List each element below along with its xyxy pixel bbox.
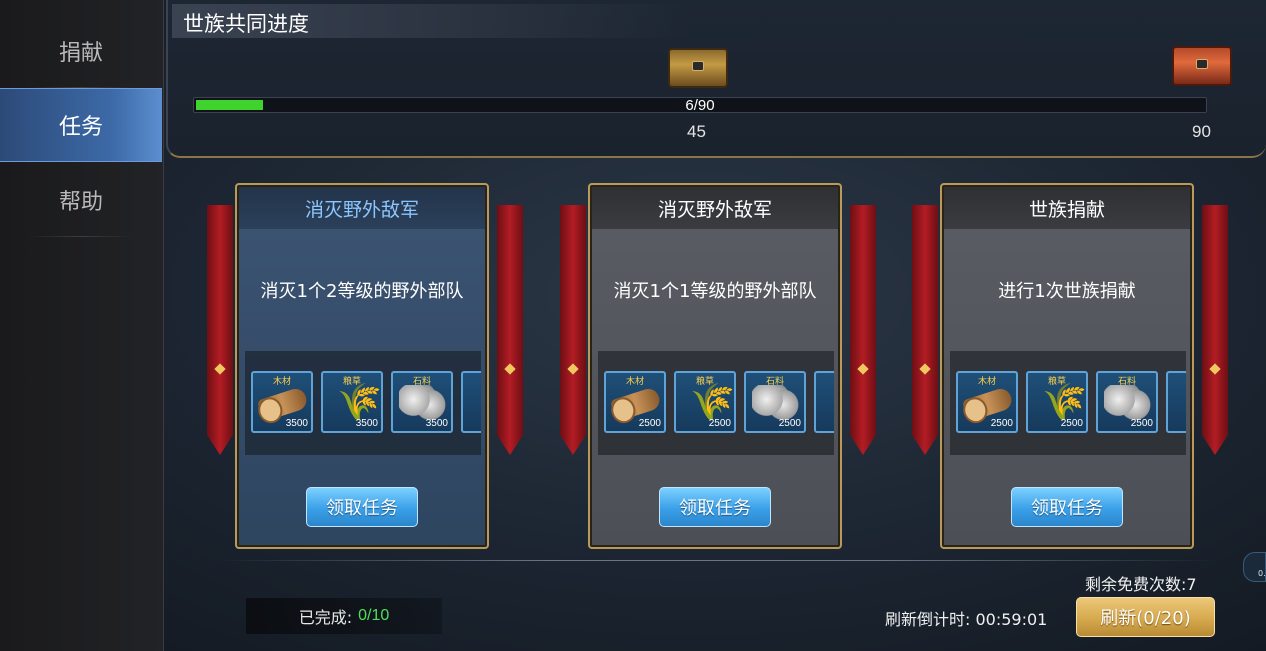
reward-amount: 2500	[990, 418, 1013, 429]
gem-icon	[214, 363, 226, 375]
reward-item[interactable]: 石料 2500	[1096, 371, 1158, 433]
wood-icon	[609, 386, 663, 422]
gem-icon	[504, 363, 516, 375]
task-card: 世族捐献 进行1次世族捐献 木材 2500 粮草 2500 石料 2500 领取…	[940, 183, 1194, 549]
reward-item[interactable]: 木材 2500	[604, 371, 666, 433]
task-description: 进行1次世族捐献	[998, 281, 1136, 302]
sidebar-item-label: 帮助	[58, 190, 103, 215]
free-refresh-count: 剩余免费次数:7	[1085, 575, 1197, 594]
task-title: 消灭野外敌军	[592, 187, 838, 229]
panel-title: 世族共同进度	[183, 12, 309, 36]
reward-list: 木材 2500 粮草 2500 石料 2500	[950, 351, 1186, 455]
task-card: 消灭野外敌军 消灭1个1等级的野外部队 木材 2500 粮草 2500 石料 2…	[588, 183, 842, 549]
wood-icon	[961, 386, 1015, 422]
red-chest-icon[interactable]	[1172, 46, 1232, 86]
sidebar-item-label: 任务	[58, 115, 103, 140]
grain-icon	[1034, 381, 1087, 423]
side-widget-button[interactable]: 0.	[1243, 552, 1266, 582]
reward-item[interactable]: 粮草 2500	[674, 371, 736, 433]
reward-amount: 2500	[1130, 418, 1153, 429]
refresh-button[interactable]: 刷新(0/20)	[1076, 597, 1215, 637]
reward-item[interactable]: 石料 2500	[744, 371, 806, 433]
reward-item-partial[interactable]	[461, 371, 481, 433]
progress-fill	[196, 100, 263, 110]
milestone-label: 90	[1192, 122, 1211, 141]
task-title: 世族捐献	[944, 187, 1190, 229]
reward-label: 木材	[977, 377, 996, 387]
gem-icon	[1209, 363, 1221, 375]
grain-icon	[682, 381, 735, 423]
sidebar: 捐献 任务 帮助	[0, 0, 164, 651]
sidebar-item-donate[interactable]: 捐献	[0, 14, 162, 88]
reward-amount: 3500	[285, 418, 308, 429]
ribbon-decoration	[912, 205, 938, 455]
ribbon-decoration	[850, 205, 876, 455]
divider	[214, 560, 1216, 561]
gem-icon	[857, 363, 869, 375]
reward-list: 木材 2500 粮草 2500 石料 2500	[598, 351, 834, 455]
accept-task-button[interactable]: 领取任务	[1011, 487, 1123, 527]
milestone-label: 45	[687, 122, 706, 141]
ribbon-decoration	[560, 205, 586, 455]
reward-item[interactable]: 石料 3500	[391, 371, 453, 433]
sidebar-item-help[interactable]: 帮助	[0, 163, 162, 237]
task-title: 消灭野外敌军	[239, 187, 485, 229]
sidebar-item-label: 捐献	[58, 41, 103, 66]
divider	[28, 236, 134, 237]
completed-label: 已完成:	[298, 608, 353, 627]
task-card-container: 消灭野外敌军 消灭1个1等级的野外部队 木材 2500 粮草 2500 石料 2…	[558, 183, 878, 553]
completed-status: 已完成: 0/10	[246, 598, 442, 634]
refresh-countdown: 刷新倒计时: 00:59:01	[885, 610, 1048, 629]
reward-item[interactable]: 木材 2500	[956, 371, 1018, 433]
progress-text: 6/90	[685, 97, 715, 114]
reward-label: 木材	[625, 377, 644, 387]
task-card: 消灭野外敌军 消灭1个2等级的野外部队 木材 3500 粮草 3500 石料 3…	[235, 183, 489, 549]
stone-icon	[1104, 385, 1152, 421]
reward-amount: 2500	[1060, 418, 1083, 429]
reward-label: 木材	[272, 377, 291, 387]
wood-icon	[256, 386, 310, 422]
reward-amount: 2500	[708, 418, 731, 429]
widget-text: 0.	[1258, 569, 1266, 578]
lock-icon	[1196, 59, 1208, 70]
task-card-container: 消灭野外敌军 消灭1个2等级的野外部队 木材 3500 粮草 3500 石料 3…	[205, 183, 525, 553]
ribbon-decoration	[1202, 205, 1228, 455]
accept-task-button[interactable]: 领取任务	[306, 487, 418, 527]
reward-item[interactable]: 木材 3500	[251, 371, 313, 433]
sidebar-item-tasks[interactable]: 任务	[0, 88, 162, 162]
reward-amount: 3500	[355, 418, 378, 429]
reward-item-partial[interactable]	[1166, 371, 1186, 433]
task-description: 消灭1个2等级的野外部队	[260, 281, 464, 302]
task-description: 消灭1个1等级的野外部队	[613, 281, 817, 302]
reward-list: 木材 3500 粮草 3500 石料 3500	[245, 351, 481, 455]
stone-icon	[752, 385, 800, 421]
reward-item[interactable]: 粮草 3500	[321, 371, 383, 433]
gem-icon	[567, 363, 579, 375]
reward-amount: 2500	[778, 418, 801, 429]
reward-amount: 3500	[425, 418, 448, 429]
grain-icon	[329, 381, 382, 423]
accept-task-button[interactable]: 领取任务	[659, 487, 771, 527]
reward-item-partial[interactable]	[814, 371, 834, 433]
lock-icon	[692, 61, 704, 72]
wooden-chest-icon[interactable]	[668, 48, 728, 88]
ribbon-decoration	[497, 205, 523, 455]
reward-item[interactable]: 粮草 2500	[1026, 371, 1088, 433]
reward-amount: 2500	[638, 418, 661, 429]
ribbon-decoration	[207, 205, 233, 455]
task-card-container: 世族捐献 进行1次世族捐献 木材 2500 粮草 2500 石料 2500 领取…	[910, 183, 1230, 553]
stone-icon	[399, 385, 447, 421]
gem-icon	[919, 363, 931, 375]
completed-value: 0/10	[358, 607, 390, 624]
